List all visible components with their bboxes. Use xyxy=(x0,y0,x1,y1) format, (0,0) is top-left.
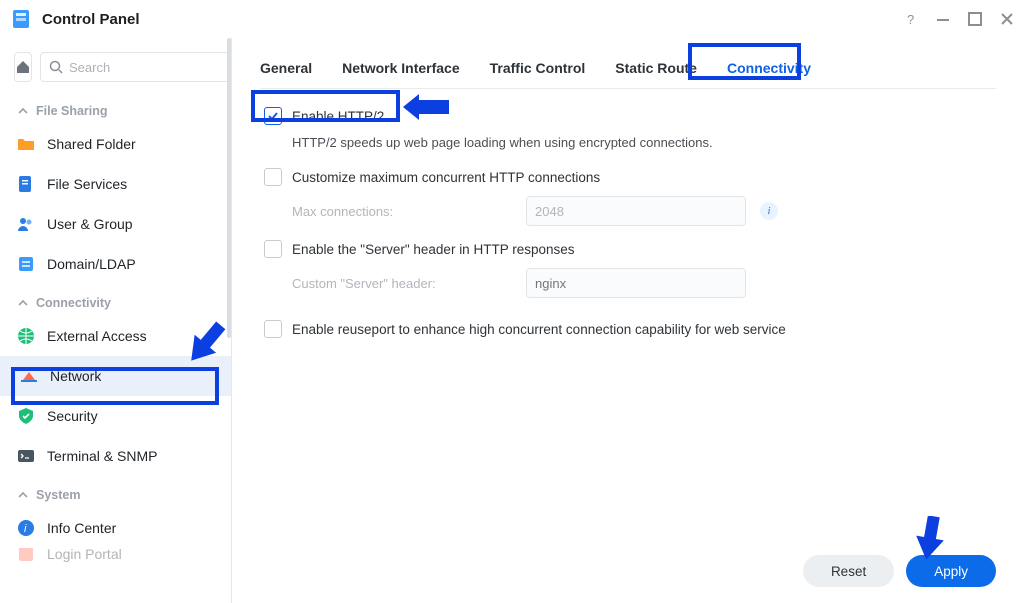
chevron-up-icon xyxy=(18,298,28,308)
enable-http2-checkbox[interactable] xyxy=(264,107,282,125)
tabs: General Network Interface Traffic Contro… xyxy=(260,50,996,89)
group-label: System xyxy=(36,488,80,502)
chevron-up-icon xyxy=(18,490,28,500)
sidebar-group-file-sharing[interactable]: File Sharing xyxy=(0,92,231,124)
help-icon[interactable]: ? xyxy=(904,12,918,26)
custom-header-label: Custom "Server" header: xyxy=(292,276,512,291)
sidebar: File Sharing Shared Folder File Services… xyxy=(0,38,232,603)
reuseport-label: Enable reuseport to enhance high concurr… xyxy=(292,322,786,337)
max-connections-label: Max connections: xyxy=(292,204,512,219)
sidebar-item-network[interactable]: Network xyxy=(0,356,231,396)
folder-icon xyxy=(16,134,36,154)
maximize-icon[interactable] xyxy=(968,12,982,26)
sidebar-item-domain-ldap[interactable]: Domain/LDAP xyxy=(0,244,231,284)
reuseport-checkbox[interactable] xyxy=(264,320,282,338)
max-connections-input[interactable] xyxy=(526,196,746,226)
sidebar-group-connectivity[interactable]: Connectivity xyxy=(0,284,231,316)
sidebar-item-security[interactable]: Security xyxy=(0,396,231,436)
nav-label: Domain/LDAP xyxy=(47,256,136,272)
svg-text:?: ? xyxy=(907,12,914,26)
tab-general[interactable]: General xyxy=(260,50,312,88)
sidebar-group-system[interactable]: System xyxy=(0,476,231,508)
sidebar-item-info-center[interactable]: i Info Center xyxy=(0,508,231,548)
nav-label: User & Group xyxy=(47,216,133,232)
customize-max-label: Customize maximum concurrent HTTP connec… xyxy=(292,170,600,185)
sidebar-item-external-access[interactable]: External Access xyxy=(0,316,231,356)
nav-label: Shared Folder xyxy=(47,136,136,152)
usergroup-icon xyxy=(16,214,36,234)
nav-label: Security xyxy=(47,408,98,424)
sidebar-item-user-group[interactable]: User & Group xyxy=(0,204,231,244)
close-icon[interactable] xyxy=(1000,12,1014,26)
group-label: Connectivity xyxy=(36,296,111,310)
terminal-icon xyxy=(16,446,36,466)
apply-button[interactable]: Apply xyxy=(906,555,996,587)
info-icon: i xyxy=(16,518,36,538)
minimize-icon[interactable] xyxy=(936,12,950,26)
info-icon[interactable]: i xyxy=(760,202,778,220)
nav-label: External Access xyxy=(47,328,147,344)
tab-traffic-control[interactable]: Traffic Control xyxy=(490,50,586,88)
customize-max-row: Customize maximum concurrent HTTP connec… xyxy=(264,168,996,186)
home-button[interactable] xyxy=(14,52,32,82)
sidebar-item-login-portal[interactable]: Login Portal xyxy=(0,548,231,566)
nav-label: Network xyxy=(50,368,101,384)
sidebar-item-file-services[interactable]: File Services xyxy=(0,164,231,204)
server-header-checkbox[interactable] xyxy=(264,240,282,258)
reuseport-row: Enable reuseport to enhance high concurr… xyxy=(264,320,996,338)
sidebar-item-shared-folder[interactable]: Shared Folder xyxy=(0,124,231,164)
window-title: Control Panel xyxy=(42,11,904,28)
controlpanel-icon xyxy=(10,8,32,30)
http2-description: HTTP/2 speeds up web page loading when u… xyxy=(292,135,996,150)
server-header-row: Enable the "Server" header in HTTP respo… xyxy=(264,240,996,258)
domain-icon xyxy=(16,254,36,274)
shield-icon xyxy=(16,406,36,426)
loginportal-icon xyxy=(16,548,36,564)
enable-http2-label: Enable HTTP/2 xyxy=(292,109,384,124)
server-header-label: Enable the "Server" header in HTTP respo… xyxy=(292,242,575,257)
group-label: File Sharing xyxy=(36,104,108,118)
nav-label: File Services xyxy=(47,176,127,192)
network-icon xyxy=(19,366,39,386)
nav-label: Info Center xyxy=(47,520,116,536)
tab-connectivity[interactable]: Connectivity xyxy=(727,50,811,88)
fileservices-icon xyxy=(16,174,36,194)
tab-network-interface[interactable]: Network Interface xyxy=(342,50,459,88)
nav-label: Terminal & SNMP xyxy=(47,448,157,464)
custom-header-input[interactable] xyxy=(526,268,746,298)
nav-label: Login Portal xyxy=(47,548,122,562)
reset-button[interactable]: Reset xyxy=(803,555,894,587)
enable-http2-row: Enable HTTP/2 xyxy=(264,107,996,125)
tab-static-route[interactable]: Static Route xyxy=(615,50,697,88)
customize-max-checkbox[interactable] xyxy=(264,168,282,186)
chevron-up-icon xyxy=(18,106,28,116)
globe-icon xyxy=(16,326,36,346)
search-icon xyxy=(49,60,63,74)
sidebar-item-terminal-snmp[interactable]: Terminal & SNMP xyxy=(0,436,231,476)
search-input[interactable] xyxy=(40,52,232,82)
